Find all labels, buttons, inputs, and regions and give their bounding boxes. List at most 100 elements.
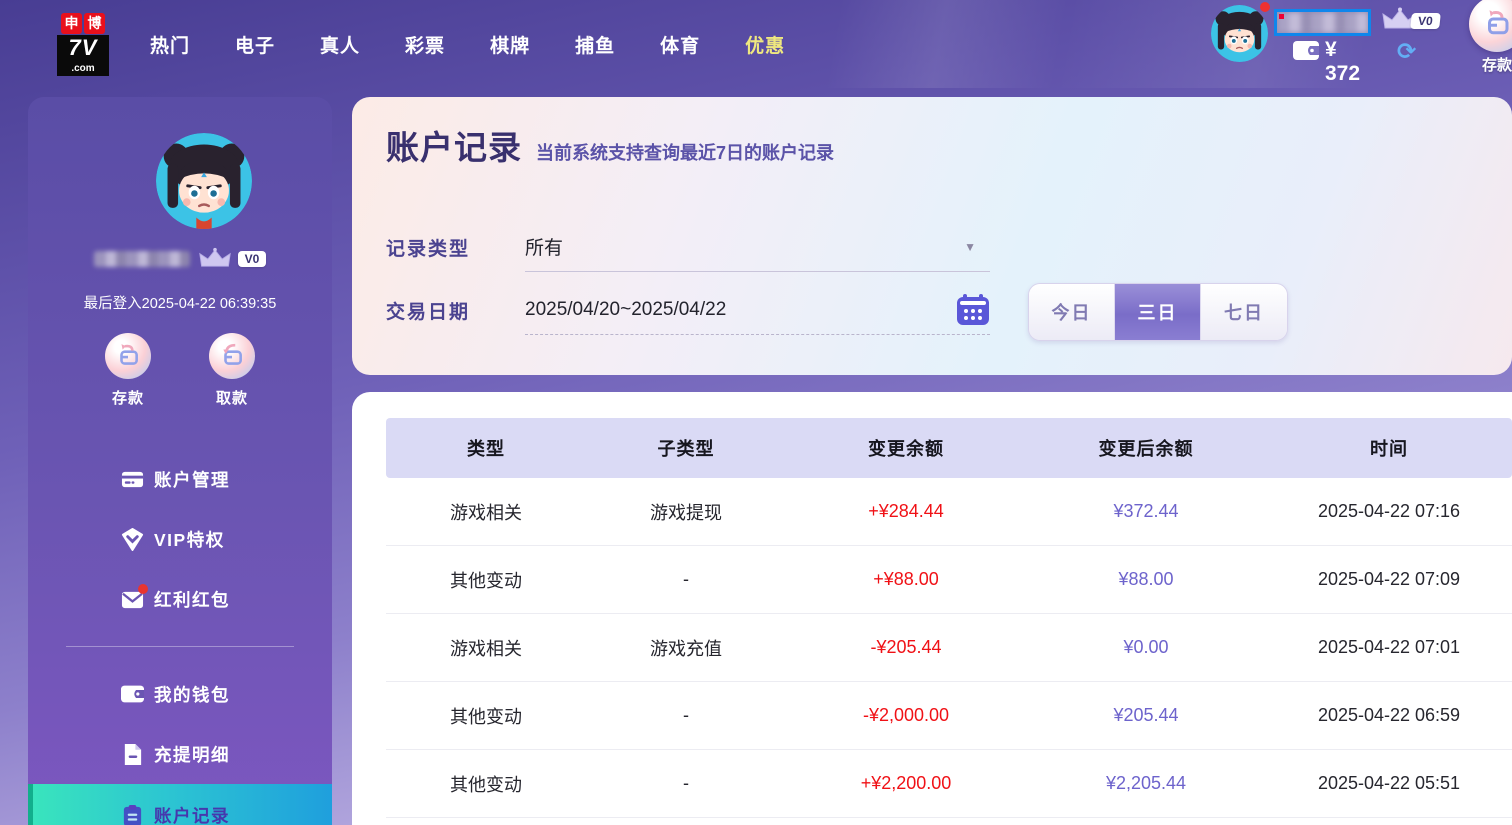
cell-time: 2025-04-22 07:01 — [1317, 637, 1461, 657]
page: 申 博 7V .com 热门 电子 真人 彩票 棋牌 捕鱼 体育 优惠 V0 ¥… — [0, 0, 1512, 825]
cell-balance: ¥372.44 — [1113, 501, 1179, 521]
refresh-balance-icon[interactable]: ⟳ — [1397, 38, 1416, 65]
records-panel: 类型 子类型 变更余额 变更后余额 时间 游戏相关 游戏提现 +¥284.44 … — [352, 392, 1512, 825]
sidebar-menu: 账户管理 VIP特权 红利红包 我的钱包 充提明细 账户记录 — [28, 449, 332, 825]
nav-item-slots[interactable]: 电子 — [235, 31, 275, 58]
last-login-text: 最后登入2025-04-22 06:39:35 — [83, 296, 277, 312]
range-button-7days[interactable]: 七日 — [1201, 284, 1287, 340]
table-header: 类型 子类型 变更余额 变更后余额 时间 — [386, 418, 1512, 478]
cell-time: 2025-04-22 07:16 — [1317, 501, 1461, 521]
logo-tag-1: 申 — [61, 12, 82, 34]
table-row[interactable]: 其他变动 - +¥88.00 ¥88.00 2025-04-22 07:09 — [386, 546, 1512, 614]
masked-username-blur — [1277, 12, 1368, 33]
header-balance-after: 变更后余额 — [1098, 439, 1194, 459]
deposit-icon — [105, 333, 151, 379]
chevron-down-icon: ▼ — [964, 240, 976, 254]
sidebar-item-account-records[interactable]: 账户记录 — [28, 784, 332, 825]
date-range-input[interactable]: 2025/04/20~2025/04/22 — [525, 285, 990, 335]
cell-subtype: 游戏提现 — [650, 502, 722, 523]
cell-subtype: 游戏充值 — [650, 638, 722, 659]
records-table: 类型 子类型 变更余额 变更后余额 时间 游戏相关 游戏提现 +¥284.44 … — [386, 418, 1512, 818]
nav-item-sports[interactable]: 体育 — [660, 31, 700, 58]
withdraw-button[interactable]: 取款 — [198, 333, 266, 408]
record-type-select[interactable]: 所有 ▼ — [525, 222, 990, 272]
sidebar-item-label: VIP特权 — [154, 529, 225, 550]
sidebar-avatar-image — [156, 133, 252, 229]
header-change: 变更余额 — [868, 439, 944, 459]
page-title: 账户记录 — [386, 129, 522, 166]
sidebar-masked-username — [93, 251, 190, 267]
sidebar-item-label: 充提明细 — [154, 744, 230, 765]
cell-change: -¥205.44 — [870, 637, 942, 657]
masked-red-mark — [1279, 14, 1284, 19]
wallet-icon — [1293, 41, 1319, 60]
header-time: 时间 — [1370, 439, 1408, 459]
deposit-button[interactable]: 存款 — [94, 333, 162, 408]
deposit-arrow-icon — [1488, 10, 1509, 35]
calendar-icon[interactable] — [956, 294, 990, 326]
table-row[interactable]: 游戏相关 游戏提现 +¥284.44 ¥372.44 2025-04-22 07… — [386, 478, 1512, 546]
record-type-row: 记录类型 所有 ▼ — [386, 222, 990, 272]
range-button-3days[interactable]: 三日 — [1115, 284, 1201, 340]
main-nav: 热门 电子 真人 彩票 棋牌 捕鱼 体育 优惠 — [150, 31, 785, 58]
nav-item-fishing[interactable]: 捕鱼 — [575, 31, 615, 58]
sidebar: V0 最后登入2025-04-22 06:39:35 存款 取款 账户管理 VI… — [28, 97, 332, 825]
cell-time: 2025-04-22 05:51 — [1317, 773, 1461, 793]
cell-type: 其他变动 — [450, 774, 522, 795]
sidebar-item-vip[interactable]: VIP特权 — [28, 509, 332, 569]
table-row[interactable]: 游戏相关 游戏充值 -¥205.44 ¥0.00 2025-04-22 07:0… — [386, 614, 1512, 682]
site-logo[interactable]: 申 博 7V .com — [56, 12, 110, 76]
cell-type: 其他变动 — [450, 706, 522, 727]
top-navbar: 申 博 7V .com 热门 电子 真人 彩票 棋牌 捕鱼 体育 优惠 V0 ¥… — [0, 0, 1512, 88]
date-range-label: 交易日期 — [386, 301, 471, 323]
cell-balance: ¥2,205.44 — [1105, 773, 1187, 793]
nav-item-cards[interactable]: 棋牌 — [490, 31, 530, 58]
cell-balance: ¥88.00 — [1118, 569, 1174, 589]
record-type-value: 所有 — [525, 238, 564, 259]
sidebar-quick-actions: 存款 取款 — [28, 333, 332, 408]
sidebar-item-label: 账户管理 — [154, 469, 230, 490]
cell-change: -¥2,000.00 — [862, 705, 950, 725]
sidebar-item-my-wallet[interactable]: 我的钱包 — [28, 664, 332, 724]
avatar-image — [1211, 5, 1268, 62]
nav-item-promo[interactable]: 优惠 — [745, 31, 785, 58]
floating-deposit-label: 存款 — [1481, 57, 1512, 74]
table-row[interactable]: 其他变动 - -¥2,000.00 ¥205.44 2025-04-22 06:… — [386, 682, 1512, 750]
sidebar-vip-badge: V0 — [237, 251, 267, 267]
wallet-icon — [121, 683, 144, 706]
range-button-today[interactable]: 今日 — [1029, 284, 1115, 340]
sidebar-avatar[interactable] — [156, 133, 252, 229]
envelope-icon — [121, 583, 148, 611]
nav-item-live[interactable]: 真人 — [320, 31, 360, 58]
logo-suffix: .com — [57, 61, 109, 76]
masked-username[interactable] — [1274, 9, 1371, 36]
table-row[interactable]: 其他变动 - +¥2,200.00 ¥2,205.44 2025-04-22 0… — [386, 750, 1512, 818]
header-type: 类型 — [467, 439, 505, 459]
cell-type: 游戏相关 — [450, 638, 522, 659]
date-range-value: 2025/04/20~2025/04/22 — [525, 298, 727, 320]
cell-type: 游戏相关 — [450, 502, 522, 523]
deposit-circle-icon — [1469, 0, 1512, 52]
filter-panel: 账户记录 当前系统支持查询最近7日的账户记录 记录类型 所有 ▼ 交易日期 20… — [352, 97, 1512, 375]
cell-subtype: - — [683, 705, 689, 725]
sidebar-item-account-management[interactable]: 账户管理 — [28, 449, 332, 509]
logo-tag-2: 博 — [84, 12, 105, 34]
header-subtype: 子类型 — [657, 439, 715, 459]
sidebar-item-transaction-details[interactable]: 充提明细 — [28, 724, 332, 784]
cell-change: +¥88.00 — [873, 569, 939, 589]
deposit-label: 存款 — [111, 390, 144, 407]
nav-item-hot[interactable]: 热门 — [150, 31, 190, 58]
cell-type: 其他变动 — [450, 570, 522, 591]
sidebar-item-bonus[interactable]: 红利红包 — [28, 569, 332, 629]
cell-balance: ¥0.00 — [1123, 637, 1169, 657]
floating-deposit-button[interactable]: 存款 — [1462, 0, 1512, 75]
sidebar-user-row: V0 — [28, 247, 332, 271]
record-type-label: 记录类型 — [386, 238, 471, 260]
notification-dot — [1260, 2, 1270, 12]
nav-item-lottery[interactable]: 彩票 — [405, 31, 445, 58]
withdraw-icon — [209, 333, 255, 379]
date-range-row: 交易日期 2025/04/20~2025/04/22 — [386, 285, 990, 335]
document-icon — [121, 743, 144, 766]
logo-brand: 7V — [57, 34, 109, 62]
user-avatar[interactable] — [1211, 5, 1268, 62]
